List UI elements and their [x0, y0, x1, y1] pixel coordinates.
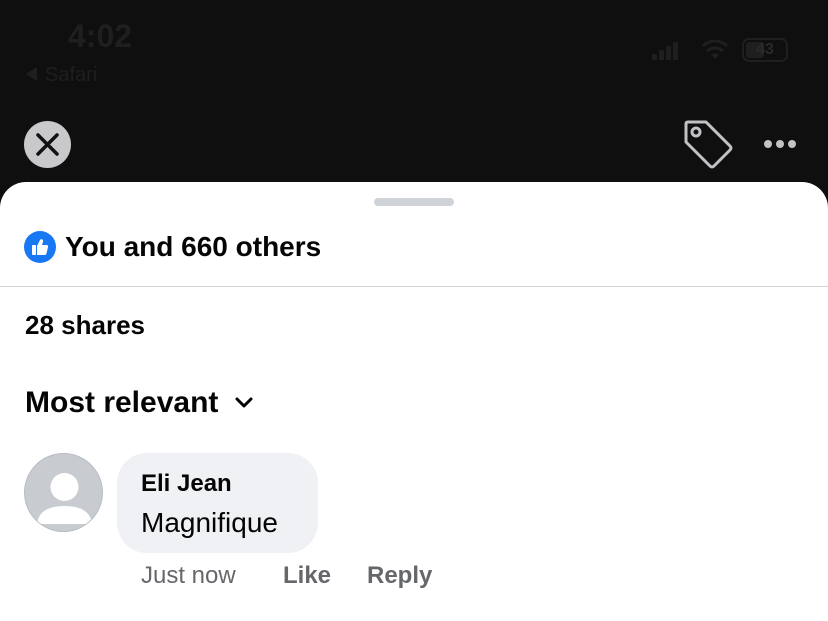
more-options-button[interactable]: [760, 128, 800, 160]
tag-icon: [684, 120, 733, 169]
comment-like-button[interactable]: Like: [283, 562, 331, 590]
comment-timestamp: Just now: [141, 562, 236, 589]
comment-sort-dropdown[interactable]: Most relevant: [25, 386, 254, 420]
comment-text: Magnifique: [141, 507, 278, 538]
tag-button[interactable]: [682, 118, 734, 170]
back-to-app-link[interactable]: Safari: [26, 64, 97, 87]
back-app-label: Safari: [45, 64, 98, 86]
status-time: 4:02: [68, 18, 133, 54]
more-icon: [764, 140, 772, 148]
default-user-icon: [37, 473, 92, 524]
shares-count-link[interactable]: 28 shares: [25, 310, 145, 341]
close-icon: [36, 133, 59, 156]
comment-bubble: Eli Jean Magnifique: [117, 453, 318, 553]
battery-percent: 43: [756, 41, 774, 58]
comment-author[interactable]: Eli Jean: [141, 470, 232, 498]
sheet-grabber-handle[interactable]: [374, 198, 454, 206]
like-reaction-icon: [24, 231, 56, 263]
cellular-signal-icon: [652, 42, 680, 60]
wifi-icon: [701, 39, 729, 60]
comments-sheet: You and 660 others 28 shares Most releva…: [0, 182, 828, 621]
divider: [0, 286, 828, 287]
status-bar: 4:02 Safari 43: [0, 0, 828, 100]
chevron-down-icon: [235, 397, 253, 408]
reactions-count-text: You and 660 others: [65, 231, 322, 262]
sort-label: Most relevant: [25, 386, 219, 419]
reactions-summary[interactable]: You and 660 others: [24, 230, 321, 264]
avatar[interactable]: [24, 453, 103, 532]
comment-reply-button[interactable]: Reply: [367, 562, 432, 590]
battery-icon: 43: [742, 38, 788, 62]
close-button[interactable]: [24, 121, 71, 168]
back-triangle-icon: [26, 66, 37, 81]
